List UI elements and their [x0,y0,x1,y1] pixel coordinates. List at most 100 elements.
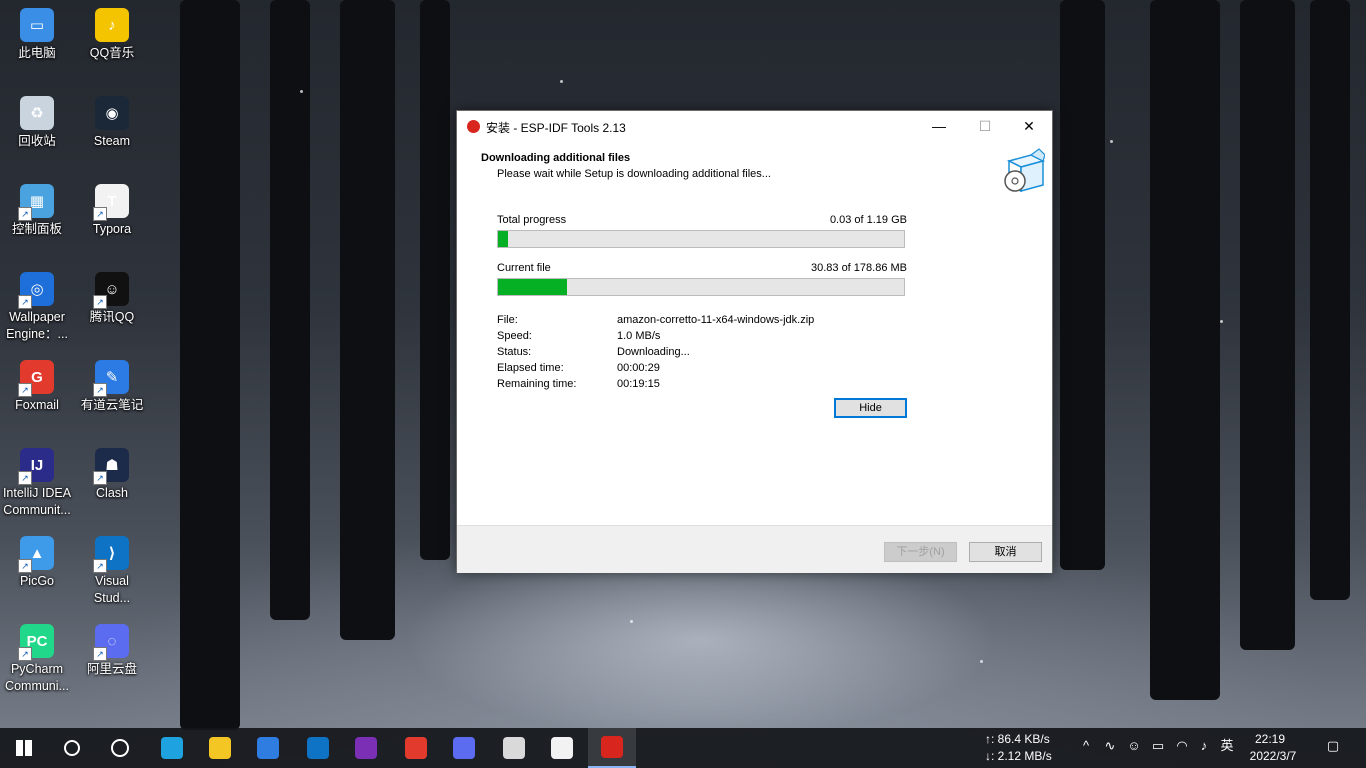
desktop-icon-label: 腾讯QQ [89,310,135,324]
desktop-icon[interactable]: G ↗ Foxmail [0,358,74,414]
app-icon: ♻ [20,96,54,130]
title-bar[interactable]: 安装 - ESP-IDF Tools 2.13 — ☐ ✕ [457,111,1052,141]
close-button[interactable]: ✕ [1006,111,1052,141]
desktop-icon[interactable]: ▭ 此电脑 [0,6,74,62]
chevron-up-icon[interactable]: ^ [1078,738,1094,754]
volume-icon[interactable]: ♪ [1196,738,1212,754]
desktop-icon-label: Typora [92,222,132,236]
app-icon: ♪ [95,8,129,42]
maximize-button[interactable]: ☐ [962,111,1008,141]
taskbar-onenote-icon[interactable] [342,728,390,768]
app-glyph-icon: ♪ [108,16,116,34]
desktop-icon[interactable]: PC ↗ PyCharm Communi... [0,622,74,695]
taskbar-edge-icon[interactable] [148,728,196,768]
setup-box-icon [1004,148,1045,193]
taskbar-search-icon[interactable] [48,728,96,768]
shortcut-arrow-icon: ↗ [18,559,32,573]
hide-button[interactable]: Hide [834,398,907,418]
desktop-icon[interactable]: ☗ ↗ Clash [75,446,149,502]
desktop-icon-label: QQ音乐 [89,46,135,60]
clock-date[interactable]: 2022/3/7 [1240,748,1306,765]
shortcut-arrow-icon: ↗ [93,471,107,485]
taskbar-aliyun-drive-icon[interactable] [440,728,488,768]
detail-key: Status: [497,346,532,358]
taskbar-windows-start-icon[interactable] [0,728,48,768]
taskbar-typora-icon[interactable] [538,728,586,768]
desktop-icon-label: PicGo [19,574,55,588]
taskbar-chrome-like-icon[interactable] [490,728,538,768]
desktop-icon[interactable]: T ↗ Typora [75,182,149,238]
shortcut-arrow-icon: ↗ [93,207,107,221]
taskbar-task-view-icon[interactable] [96,728,144,768]
total-progress-label: Total progress [497,214,567,226]
detail-key: Remaining time: [497,378,577,390]
desktop-icon[interactable]: ☺ ↗ 腾讯QQ [75,270,149,326]
app-glyph-icon: ◉ [105,104,119,122]
desktop-icon-label: 有道云笔记 [80,398,144,412]
battery-icon[interactable]: ▭ [1150,738,1166,754]
app-icon: ▲ ↗ [18,536,54,573]
shortcut-arrow-icon: ↗ [93,559,107,573]
desktop-icon[interactable]: ▲ ↗ PicGo [0,534,74,590]
desktop-icon[interactable]: ♻ 回收站 [0,94,74,150]
detail-key: File: [497,314,518,326]
detail-value: 1.0 MB/s [617,330,661,342]
detail-value: Downloading... [617,346,690,358]
desktop-icon-label: Foxmail [15,398,59,412]
cancel-button[interactable]: 取消 [969,542,1042,562]
shortcut-arrow-icon: ↗ [18,471,32,485]
app-icon: ⟩ ↗ [93,536,129,573]
app-icon: G ↗ [18,360,54,397]
desktop-icon-label: Visual Stud... [93,574,131,605]
next-button[interactable]: 下一步(N) [884,542,957,562]
shortcut-arrow-icon: ↗ [18,383,32,397]
app-icon: ✎ ↗ [93,360,129,397]
wifi-icon[interactable]: ◠ [1174,738,1190,754]
desktop-icon-label: PyCharm Communi... [5,662,69,693]
app-icon: ◌ ↗ [93,624,129,661]
shortcut-arrow-icon: ↗ [18,295,32,309]
app-icon: ☗ ↗ [93,448,129,485]
total-progress-fill [498,231,509,247]
taskbar-store-icon[interactable] [244,728,292,768]
desktop-icon[interactable]: IJ ↗ IntelliJ IDEA Communit... [0,446,74,519]
taskbar-vscode-icon[interactable] [294,728,342,768]
shortcut-arrow-icon: ↗ [18,207,32,221]
pulse-icon[interactable]: ∿ [1102,738,1118,754]
desktop-icon[interactable]: ◉ Steam [75,94,149,150]
desktop-icon[interactable]: ⟩ ↗ Visual Stud... [75,534,149,607]
app-glyph-icon: ♻ [30,104,44,122]
qq-tray-icon[interactable]: ☺ [1126,738,1142,754]
clock-time[interactable]: 22:19 [1240,731,1300,748]
minimize-button[interactable]: — [916,111,962,141]
desktop-icon[interactable]: ◎ ↗ Wallpaper Engine：... [0,270,74,343]
desktop-icon-label: 此电脑 [18,46,56,60]
ime-indicator[interactable]: 英 [1219,738,1235,754]
current-file-value: 30.83 of 178.86 MB [810,262,907,274]
page-subtitle: Please wait while Setup is downloading a… [497,168,771,180]
desktop-icon[interactable]: ◌ ↗ 阿里云盘 [75,622,149,678]
app-icon: ◎ ↗ [18,272,54,309]
app-icon: PC ↗ [18,624,54,661]
desktop-icon-label: 阿里云盘 [86,662,137,676]
total-progress-value: 0.03 of 1.19 GB [829,214,907,226]
app-icon: T ↗ [93,184,129,221]
installer-window: 安装 - ESP-IDF Tools 2.13 — ☐ ✕ Downloadin… [456,110,1053,573]
desktop-icon[interactable]: ✎ ↗ 有道云笔记 [75,358,149,414]
desktop-icon-label: Wallpaper Engine：... [6,310,68,341]
detail-value: 00:19:15 [617,378,660,390]
desktop-icon[interactable]: ♪ QQ音乐 [75,6,149,62]
desktop-icon-label: Clash [96,486,128,500]
desktop-icon[interactable]: ▦ ↗ 控制面板 [0,182,74,238]
taskbar-esp-idf-setup-icon[interactable] [588,728,636,768]
taskbar-foxmail-icon[interactable] [392,728,440,768]
page-title: Downloading additional files [481,152,631,164]
notification-icon[interactable]: ▢ [1324,738,1342,754]
current-file-progress-fill [498,279,568,295]
taskbar-file-explorer-icon[interactable] [196,728,244,768]
current-file-label: Current file [497,262,551,274]
app-icon: ▦ ↗ [18,184,54,221]
detail-value: amazon-corretto-11-x64-windows-jdk.zip [617,314,815,326]
detail-value: 00:00:29 [617,362,660,374]
desktop-icon-label: 控制面板 [11,222,62,236]
